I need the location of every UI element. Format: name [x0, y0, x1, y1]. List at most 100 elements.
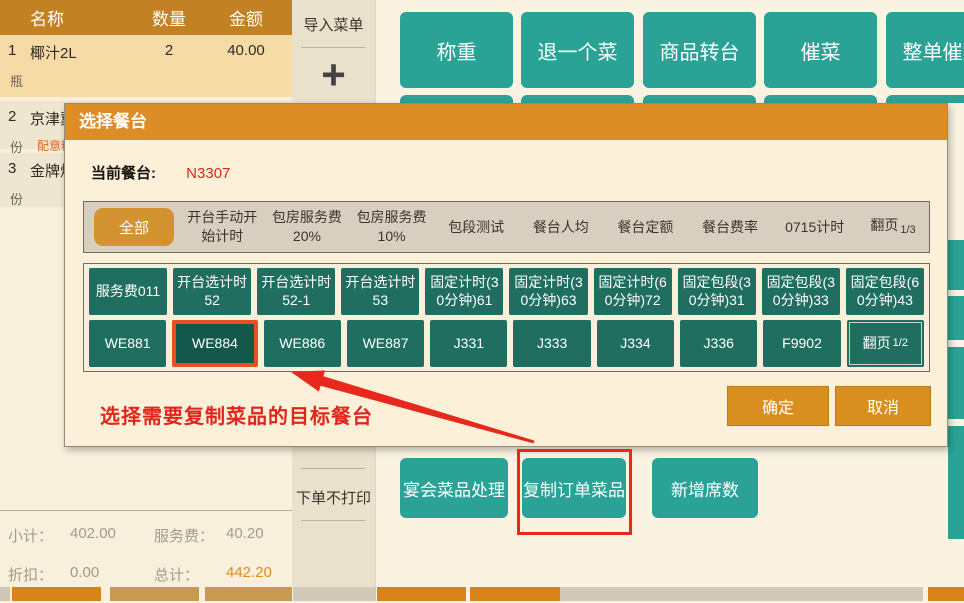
row-index: 3	[0, 160, 30, 181]
dialog-title: 选择餐台	[65, 104, 947, 140]
table-button-selected[interactable]: WE884	[172, 320, 257, 367]
table-button[interactable]: F9902	[763, 320, 840, 367]
clipped-button-sliver[interactable]	[293, 587, 376, 601]
table-button[interactable]: 固定计时(60分钟)72	[594, 268, 672, 315]
tab-all[interactable]: 全部	[94, 208, 174, 246]
subtotal-value: 402.00	[70, 525, 154, 546]
table-button[interactable]: J334	[597, 320, 674, 367]
row-amount: 40.00	[200, 42, 292, 63]
clipped-button-sliver[interactable]	[470, 587, 560, 601]
table-button[interactable]: 固定包段(30分钟)33	[762, 268, 840, 315]
pager-page: 1/2	[893, 337, 908, 351]
pager-label: 翻页	[863, 335, 891, 353]
clipped-button-sliver[interactable]	[205, 587, 292, 601]
cancel-button[interactable]: 取消	[835, 386, 931, 426]
clipped-button-sliver[interactable]	[400, 95, 513, 103]
clipped-button-sliver[interactable]	[643, 95, 756, 103]
table-grid: 服务费011 开台选计时52 开台选计时52-1 开台选计时53 固定计时(30…	[83, 263, 930, 372]
annotation-highlight-rect	[517, 449, 632, 535]
row-unit: 份	[0, 137, 23, 156]
divider	[301, 468, 365, 469]
clipped-button-sliver[interactable]	[0, 587, 10, 601]
current-table-value: N3307	[186, 165, 230, 182]
tabs-pager-button[interactable]: 翻页1/3	[857, 216, 929, 239]
no-print-button[interactable]: 下单不打印	[292, 487, 375, 508]
current-table-label: 当前餐台:	[91, 165, 156, 182]
subtotal-label: 小计：	[8, 525, 70, 546]
clipped-button-sliver[interactable]	[948, 347, 964, 419]
row-qty: 2	[138, 42, 200, 63]
tab-per-capita[interactable]: 餐台人均	[519, 218, 604, 237]
table-button[interactable]: 服务费011	[89, 268, 167, 315]
table-button[interactable]: J336	[680, 320, 757, 367]
clipped-button-sliver[interactable]	[764, 95, 877, 103]
tab-manual-timing[interactable]: 开台手动开始计时	[180, 208, 265, 246]
pager-label: 翻页	[870, 217, 898, 233]
pos-screen: { "order_panel": { "headers": { "name": …	[0, 0, 964, 601]
tab-room-service-20[interactable]: 包房服务费20%	[265, 208, 350, 246]
rush-dish-button[interactable]: 催菜	[764, 12, 877, 88]
clipped-button-sliver[interactable]	[948, 240, 964, 290]
pager-page: 1/3	[900, 224, 915, 236]
rush-whole-order-button[interactable]: 整单催菜	[886, 12, 964, 88]
divider	[301, 520, 365, 521]
table-button[interactable]: J331	[430, 320, 507, 367]
tab-0715-timing[interactable]: 0715计时	[772, 218, 857, 237]
plus-icon[interactable]: +	[292, 55, 375, 95]
transfer-dish-button[interactable]: 商品转台	[643, 12, 756, 88]
table-category-tabs: 全部 开台手动开始计时 包房服务费20% 包房服务费10% 包段测试 餐台人均 …	[83, 201, 930, 253]
clipped-button-sliver[interactable]	[560, 587, 923, 601]
tab-fixed-quota[interactable]: 餐台定额	[603, 218, 688, 237]
row-name: 椰汁2L	[30, 42, 138, 63]
clipped-button-sliver[interactable]	[110, 587, 199, 601]
total-label: 总计：	[154, 564, 226, 585]
annotation-tip-text: 选择需要复制菜品的目标餐台	[100, 400, 373, 429]
clipped-button-sliver[interactable]	[12, 587, 101, 601]
clipped-button-sliver[interactable]	[928, 587, 964, 601]
table-button[interactable]: WE881	[89, 320, 166, 367]
row-unit: 份	[0, 189, 23, 208]
table-button[interactable]: 固定包段(60分钟)43	[846, 268, 924, 315]
table-button[interactable]: 固定计时(30分钟)61	[425, 268, 503, 315]
order-table-header: 名称 数量 金额	[0, 0, 292, 35]
current-table-row: 当前餐台: N3307	[91, 162, 230, 183]
clipped-button-sliver[interactable]	[377, 587, 466, 601]
table-button[interactable]: 开台选计时52	[173, 268, 251, 315]
header-qty: 数量	[138, 5, 200, 30]
table-grid-row-2: WE881 WE884 WE886 WE887 J331 J333 J334 J…	[89, 320, 924, 367]
discount-label: 折扣：	[8, 564, 70, 585]
clipped-button-sliver[interactable]	[948, 296, 964, 340]
confirm-button[interactable]: 确定	[727, 386, 829, 426]
header-amount: 金额	[200, 5, 292, 30]
header-name: 名称	[30, 5, 138, 30]
banquet-dish-button[interactable]: 宴会菜品处理	[400, 458, 508, 518]
return-dish-button[interactable]: 退一个菜	[521, 12, 634, 88]
table-button[interactable]: 开台选计时53	[341, 268, 419, 315]
service-fee-value: 40.20	[226, 525, 264, 546]
table-button[interactable]: 开台选计时52-1	[257, 268, 335, 315]
table-button[interactable]: WE887	[347, 320, 424, 367]
table-button[interactable]: 固定包段(30分钟)31	[678, 268, 756, 315]
tab-fee-rate[interactable]: 餐台费率	[688, 218, 773, 237]
divider	[301, 47, 365, 48]
tab-package-test[interactable]: 包段测试	[434, 218, 519, 237]
row-index: 1	[0, 42, 30, 63]
table-button[interactable]: 固定计时(30分钟)63	[509, 268, 587, 315]
clipped-button-sliver[interactable]	[948, 426, 964, 539]
order-row[interactable]: 1 椰汁2L 2 40.00 瓶	[0, 35, 292, 97]
tab-room-service-10[interactable]: 包房服务费10%	[349, 208, 434, 246]
row-index: 2	[0, 108, 30, 129]
grid-pager-button[interactable]: 翻页1/2	[847, 320, 924, 367]
table-grid-row-1: 服务费011 开台选计时52 开台选计时52-1 开台选计时53 固定计时(30…	[89, 268, 924, 315]
table-button[interactable]: WE886	[264, 320, 341, 367]
add-seats-button[interactable]: 新增席数	[652, 458, 758, 518]
clipped-button-sliver[interactable]	[886, 95, 964, 103]
weigh-button[interactable]: 称重	[400, 12, 513, 88]
import-menu-button[interactable]: 导入菜单	[292, 14, 375, 35]
table-button[interactable]: J333	[513, 320, 590, 367]
row-unit: 瓶	[0, 71, 23, 90]
select-table-dialog: 选择餐台 当前餐台: N3307 全部 开台手动开始计时 包房服务费20% 包房…	[64, 103, 948, 447]
discount-value: 0.00	[70, 564, 154, 585]
service-fee-label: 服务费：	[154, 525, 226, 546]
clipped-button-sliver[interactable]	[521, 95, 634, 103]
